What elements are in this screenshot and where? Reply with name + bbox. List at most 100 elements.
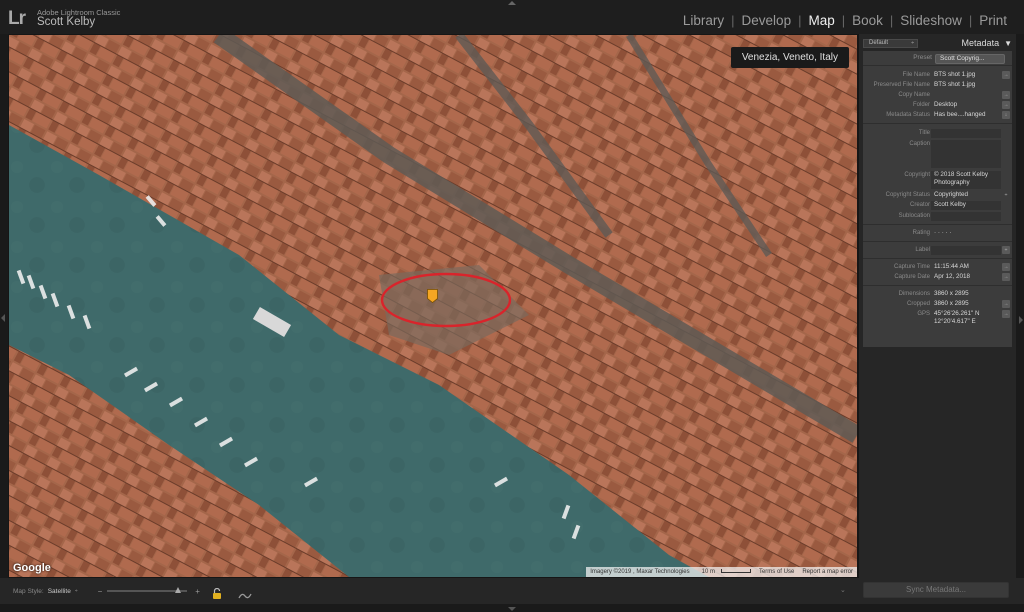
metadata-view-value: Default [869,39,889,46]
map-scale: 10 m [694,569,755,575]
sync-metadata-button[interactable]: Sync Metadata... [863,582,1009,598]
module-develop[interactable]: Develop [735,13,799,28]
meta-label: Dimensions [898,291,930,297]
left-panel-collapsed [0,34,8,578]
metadata-view-select[interactable]: Default ÷ [863,38,918,48]
map-attribution: Imagery ©2019 , Maxar Technologies 10 m … [586,567,857,577]
creator-value: Scott Kelby [934,201,966,208]
copyright-value: © 2018 Scott Kelby [934,171,988,178]
copyright-status-row: Copyright Status Copyrighted ÷ [863,191,1012,201]
metadata-status-value: Has bee....hanged [934,111,986,118]
divider [863,285,1012,286]
terms-link[interactable]: Terms of Use [755,569,798,575]
cropped-value: 3860 x 2895 [934,300,969,307]
toolbar: Map Style: Satellite ÷ − + ⌄ Sync Metada… [0,578,1024,604]
collapse-right-panel-arrow-icon[interactable] [1019,316,1023,324]
file-name-action-icon[interactable]: → [1002,71,1010,79]
capture-time-value: 11:15:44 AM [934,263,969,270]
label-input[interactable] [931,246,1001,255]
meta-label: Label [915,247,930,253]
metadata-fields: Preset Scott Copyrig... File Name BTS sh… [863,51,1012,347]
capture-time-row: Capture Time 11:15:44 AM → [863,263,1012,273]
creator-row: Creator Scott Kelby [863,201,1012,211]
select-arrow-icon[interactable]: ÷ [75,588,78,594]
copy-name-action-icon[interactable]: → [1002,91,1010,99]
meta-label: Caption [909,141,930,147]
zoom-slider-thumb[interactable] [174,587,181,593]
label-action-icon[interactable]: ÷ [1002,246,1010,254]
meta-label: File Name [902,72,930,78]
module-book[interactable]: Book [845,13,890,28]
toolbar-options-chevron-icon[interactable]: ⌄ [840,586,846,594]
google-logo: Google [13,562,51,574]
select-arrow-icon[interactable]: ÷ [1002,191,1010,199]
right-panel-edge [1016,34,1024,578]
title-row: Title [863,129,1012,139]
filmstrip-collapsed [0,604,1024,612]
module-header: Lr Adobe Lightroom Classic Scott Kelby L… [0,0,1024,34]
map-style-select[interactable]: Satellite [48,588,71,595]
capture-date-row: Capture Date Apr 12, 2018 → [863,273,1012,283]
preset-select[interactable]: Scott Copyrig... [935,54,1005,64]
caption-input[interactable] [931,140,1001,168]
file-name-field[interactable]: BTS shot 1.jpg [934,71,998,79]
select-arrow-icon: ÷ [911,39,914,46]
metadata-panel-header[interactable]: Default ÷ Metadata ▼ [863,37,1012,49]
gps-action-icon[interactable]: → [1002,310,1010,318]
meta-label: Copyright Status [885,192,930,198]
dimensions-row: Dimensions 3860 x 2895 [863,290,1012,300]
meta-label: Title [918,130,930,136]
photo-location-marker[interactable] [427,289,438,303]
folder-action-icon[interactable]: → [1002,101,1010,109]
expand-left-panel-arrow-icon[interactable] [1,314,5,322]
metadata-status-action-icon[interactable]: ↓ [1002,111,1010,119]
map-view[interactable]: Venezia, Veneto, Italy Google Imagery ©2… [9,35,857,577]
gps-longitude: 12°20'4.617" E [934,318,976,325]
divider [863,224,1012,225]
divider [863,241,1012,242]
label-row: Label ÷ [863,246,1012,256]
cropped-action-icon[interactable]: → [1002,300,1010,308]
zoom-out-button[interactable]: − [98,587,103,596]
sublocation-row: Sublocation [863,212,1012,222]
preset-row: Preset Scott Copyrig... [863,53,1012,64]
module-picker: Library | Develop | Map | Book | Slidesh… [676,13,1014,28]
title-input[interactable] [931,129,1001,138]
expand-filmstrip-arrow-icon[interactable] [508,607,516,611]
meta-label: Folder [912,102,930,108]
meta-label: Capture Time [893,264,930,270]
copyright-value-line2: Photography [934,179,970,186]
module-map[interactable]: Map [801,13,841,28]
report-error-link[interactable]: Report a map error [798,569,857,575]
location-tooltip: Venezia, Veneto, Italy [730,47,849,68]
capture-date-action-icon[interactable]: → [1002,273,1010,281]
module-library[interactable]: Library [676,13,731,28]
dimensions-value: 3860 x 2895 [934,290,969,297]
cropped-row: Cropped 3860 x 2895 → [863,300,1012,310]
collapse-triangle-icon[interactable]: ▼ [1004,39,1012,48]
file-name-row: File Name BTS shot 1.jpg → [863,71,1012,81]
divider [863,123,1012,124]
meta-label: Copy Name [898,92,930,98]
collapse-top-panel-arrow-icon[interactable] [508,1,516,5]
rating-stars[interactable]: · · · · · [934,229,998,237]
meta-label: Sublocation [898,213,930,219]
zoom-slider[interactable] [107,587,188,593]
divider [863,258,1012,259]
sublocation-input[interactable] [931,212,1001,221]
capture-time-action-icon[interactable]: → [1002,263,1010,271]
meta-label: Copyright [904,172,930,178]
metadata-status-row: Metadata Status Has bee....hanged ↓ [863,111,1012,121]
zoom-in-button[interactable]: + [195,587,200,596]
scale-bar [720,569,751,573]
map-scale-label: 10 m [701,569,715,575]
gps-row: GPS 45°26'26.261" N 12°20'4.617" E → [863,310,1012,328]
satellite-imagery [9,35,857,577]
tracklog-icon[interactable] [238,587,252,599]
map-style-label: Map Style: [13,587,44,595]
user-name: Scott Kelby [37,16,96,28]
copyright-status-select[interactable]: Copyrighted [934,191,998,199]
lock-markers-icon[interactable] [212,586,222,599]
module-slideshow[interactable]: Slideshow [893,13,969,28]
module-print[interactable]: Print [972,13,1014,28]
